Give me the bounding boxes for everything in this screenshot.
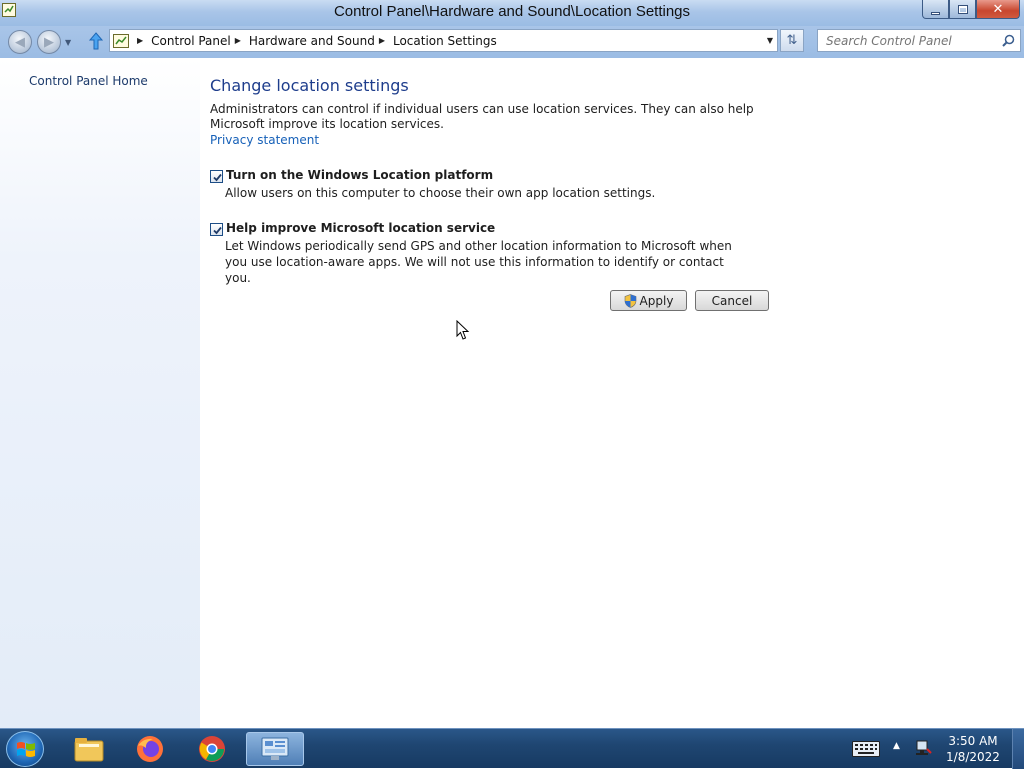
search-icon[interactable]	[1002, 34, 1015, 47]
minimize-button[interactable]	[922, 0, 949, 19]
forward-arrow-icon: ▶	[44, 34, 54, 50]
up-arrow-icon[interactable]	[88, 32, 104, 50]
keyboard-icon[interactable]	[852, 741, 880, 757]
control-panel-home-link[interactable]: Control Panel Home	[29, 74, 148, 88]
location-platform-description: Allow users on this computer to choose t…	[225, 186, 656, 200]
chevron-right-icon: ▶	[137, 36, 144, 45]
clock-date: 1/8/2022	[946, 750, 1000, 764]
apply-label: Apply	[639, 293, 674, 308]
taskbar: ▲ 3:50 AM 1/8/2022	[0, 728, 1024, 769]
page-title: Change location settings	[210, 76, 409, 95]
system-clock[interactable]: 3:50 AM 1/8/2022	[938, 733, 1008, 765]
network-icon[interactable]	[914, 739, 932, 757]
checkmark-icon	[213, 226, 222, 235]
taskbar-file-explorer[interactable]	[61, 732, 117, 766]
minimize-icon	[931, 11, 940, 15]
title-bar: Control Panel\Hardware and Sound\Locatio…	[0, 0, 1024, 26]
improve-location-service-label[interactable]: Help improve Microsoft location service	[226, 221, 495, 235]
control-panel-icon	[261, 737, 289, 760]
cancel-label: Cancel	[711, 293, 753, 308]
chevron-right-icon[interactable]: ▶	[379, 36, 385, 45]
search-input[interactable]	[824, 32, 1004, 49]
main-content: Change location settings Administrators …	[200, 58, 1024, 728]
checkmark-icon	[213, 173, 222, 182]
breadcrumb-control-panel[interactable]: Control Panel	[151, 34, 231, 48]
mouse-cursor-icon	[456, 320, 470, 340]
page-description: Administrators can control if individual…	[210, 102, 754, 131]
chrome-icon	[199, 736, 225, 762]
clock-time: 3:50 AM	[948, 734, 998, 748]
file-explorer-icon	[74, 738, 104, 762]
restore-icon	[957, 4, 968, 14]
window-title: Control Panel\Hardware and Sound\Locatio…	[333, 3, 691, 20]
start-button[interactable]	[6, 731, 44, 767]
taskbar-chrome[interactable]	[184, 732, 240, 766]
back-button[interactable]: ◀	[8, 30, 32, 54]
navigation-bar: ◀ ▶ ▼ ▶ Control Panel ▶ Hardware and Sou…	[0, 26, 1024, 58]
chevron-right-icon[interactable]: ▶	[235, 36, 241, 45]
address-dropdown-icon[interactable]: ▼	[767, 36, 773, 45]
cancel-button[interactable]: Cancel	[695, 290, 769, 311]
restore-button[interactable]	[949, 0, 976, 19]
uac-shield-icon	[624, 293, 636, 308]
apply-button[interactable]: Apply	[610, 290, 687, 311]
show-desktop-button[interactable]	[1012, 729, 1024, 769]
close-button[interactable]: ✕	[976, 0, 1020, 19]
breadcrumb-location-settings[interactable]: Location Settings	[393, 34, 497, 48]
improve-location-service-description: Let Windows periodically send GPS and ot…	[225, 239, 732, 285]
privacy-statement-link[interactable]: Privacy statement	[210, 133, 319, 147]
breadcrumb-hardware-and-sound[interactable]: Hardware and Sound	[249, 34, 375, 48]
search-box[interactable]	[817, 29, 1021, 52]
address-bar[interactable]: ▶ Control Panel ▶ Hardware and Sound ▶ L…	[109, 29, 778, 52]
forward-button[interactable]: ▶	[37, 30, 61, 54]
control-panel-icon	[113, 33, 129, 48]
taskbar-firefox[interactable]	[122, 732, 178, 766]
firefox-icon	[137, 736, 163, 762]
recent-pages-dropdown-icon[interactable]: ▼	[65, 38, 71, 47]
close-icon: ✕	[992, 1, 1004, 17]
windows-start-icon	[17, 742, 35, 757]
sidebar: Control Panel Home	[0, 58, 200, 728]
improve-location-service-checkbox[interactable]	[210, 223, 223, 236]
refresh-button[interactable]: ⇅	[780, 29, 804, 52]
show-hidden-icons-button[interactable]: ▲	[893, 741, 900, 751]
location-platform-checkbox[interactable]	[210, 170, 223, 183]
back-arrow-icon: ◀	[15, 34, 25, 50]
refresh-icon: ⇅	[786, 33, 798, 48]
location-platform-label[interactable]: Turn on the Windows Location platform	[226, 168, 493, 182]
taskbar-control-panel[interactable]	[246, 732, 304, 766]
